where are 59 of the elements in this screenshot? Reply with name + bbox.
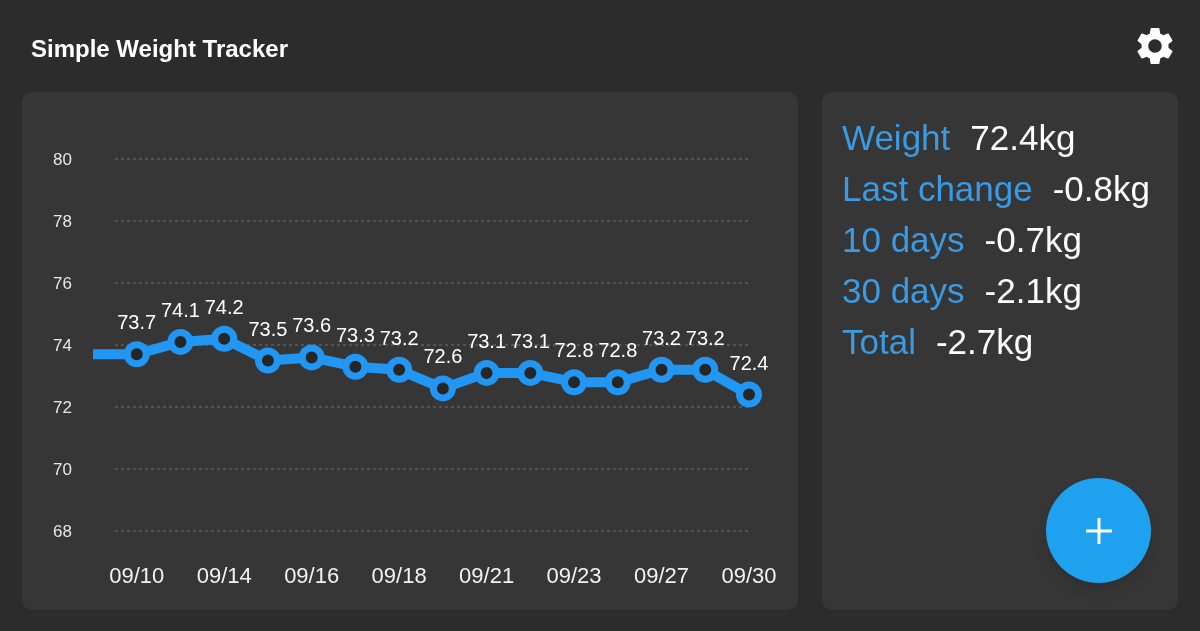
data-label: 73.2 xyxy=(685,326,725,349)
y-axis-label: 74 xyxy=(53,336,72,355)
data-label: 73.7 xyxy=(117,311,157,334)
data-point xyxy=(254,347,281,374)
settings-button[interactable] xyxy=(1137,28,1173,64)
data-label: 73.1 xyxy=(467,329,507,352)
settings-icon xyxy=(1137,28,1173,64)
y-axis-label: 70 xyxy=(53,460,72,479)
x-axis-label: 09/21 xyxy=(459,563,515,588)
data-label: 73.1 xyxy=(510,329,550,352)
x-axis-label: 09/16 xyxy=(284,563,340,588)
stat-label: 10 days xyxy=(842,219,965,261)
data-label: 73.3 xyxy=(335,323,375,346)
data-label: 74.1 xyxy=(161,298,200,321)
stat-label: Weight xyxy=(842,117,951,159)
data-point xyxy=(298,344,325,371)
y-axis-label: 76 xyxy=(53,274,72,293)
y-axis-label: 78 xyxy=(53,212,72,231)
data-label: 72.8 xyxy=(598,339,638,362)
x-axis-label: 09/14 xyxy=(196,563,252,588)
stat-value: -0.7kg xyxy=(984,219,1082,261)
data-point xyxy=(386,356,413,383)
stat-value: 72.4kg xyxy=(970,117,1076,159)
x-axis-label: 09/30 xyxy=(721,563,777,588)
data-label: 73.2 xyxy=(642,326,681,349)
x-axis-label: 09/10 xyxy=(109,563,165,588)
plus-icon xyxy=(1085,517,1112,544)
data-point xyxy=(167,328,194,355)
data-point xyxy=(517,359,544,386)
stat-label: Last change xyxy=(842,168,1033,210)
data-label: 72.6 xyxy=(423,345,463,368)
data-point xyxy=(604,369,631,396)
x-axis-label: 09/27 xyxy=(634,563,690,588)
y-axis-label: 72 xyxy=(53,398,72,417)
stat-value: -2.7kg xyxy=(935,321,1034,363)
data-point xyxy=(473,359,500,386)
data-point xyxy=(736,381,762,408)
y-axis-label: 80 xyxy=(53,150,72,169)
x-axis-label: 09/18 xyxy=(371,563,427,588)
data-label: 73.5 xyxy=(248,317,288,340)
stat-value: -0.8kg xyxy=(1052,168,1150,210)
data-point xyxy=(692,356,719,383)
x-axis-label: 09/23 xyxy=(546,563,602,588)
stat-label: Total xyxy=(842,321,916,363)
data-point xyxy=(211,325,238,352)
data-label: 73.6 xyxy=(292,314,332,337)
data-label: 72.4 xyxy=(729,351,769,374)
data-label: 74.2 xyxy=(204,295,244,318)
data-label: 72.8 xyxy=(554,339,594,362)
data-label: 73.2 xyxy=(379,326,419,349)
data-point xyxy=(561,369,588,396)
stat-label: 30 days xyxy=(842,270,965,312)
data-point xyxy=(429,375,456,402)
data-point xyxy=(123,341,150,368)
stat-value: -2.1kg xyxy=(984,270,1082,312)
y-axis-label: 68 xyxy=(53,522,72,541)
data-point xyxy=(648,356,675,383)
app-title: Simple Weight Tracker xyxy=(31,34,288,64)
data-point xyxy=(342,353,369,380)
